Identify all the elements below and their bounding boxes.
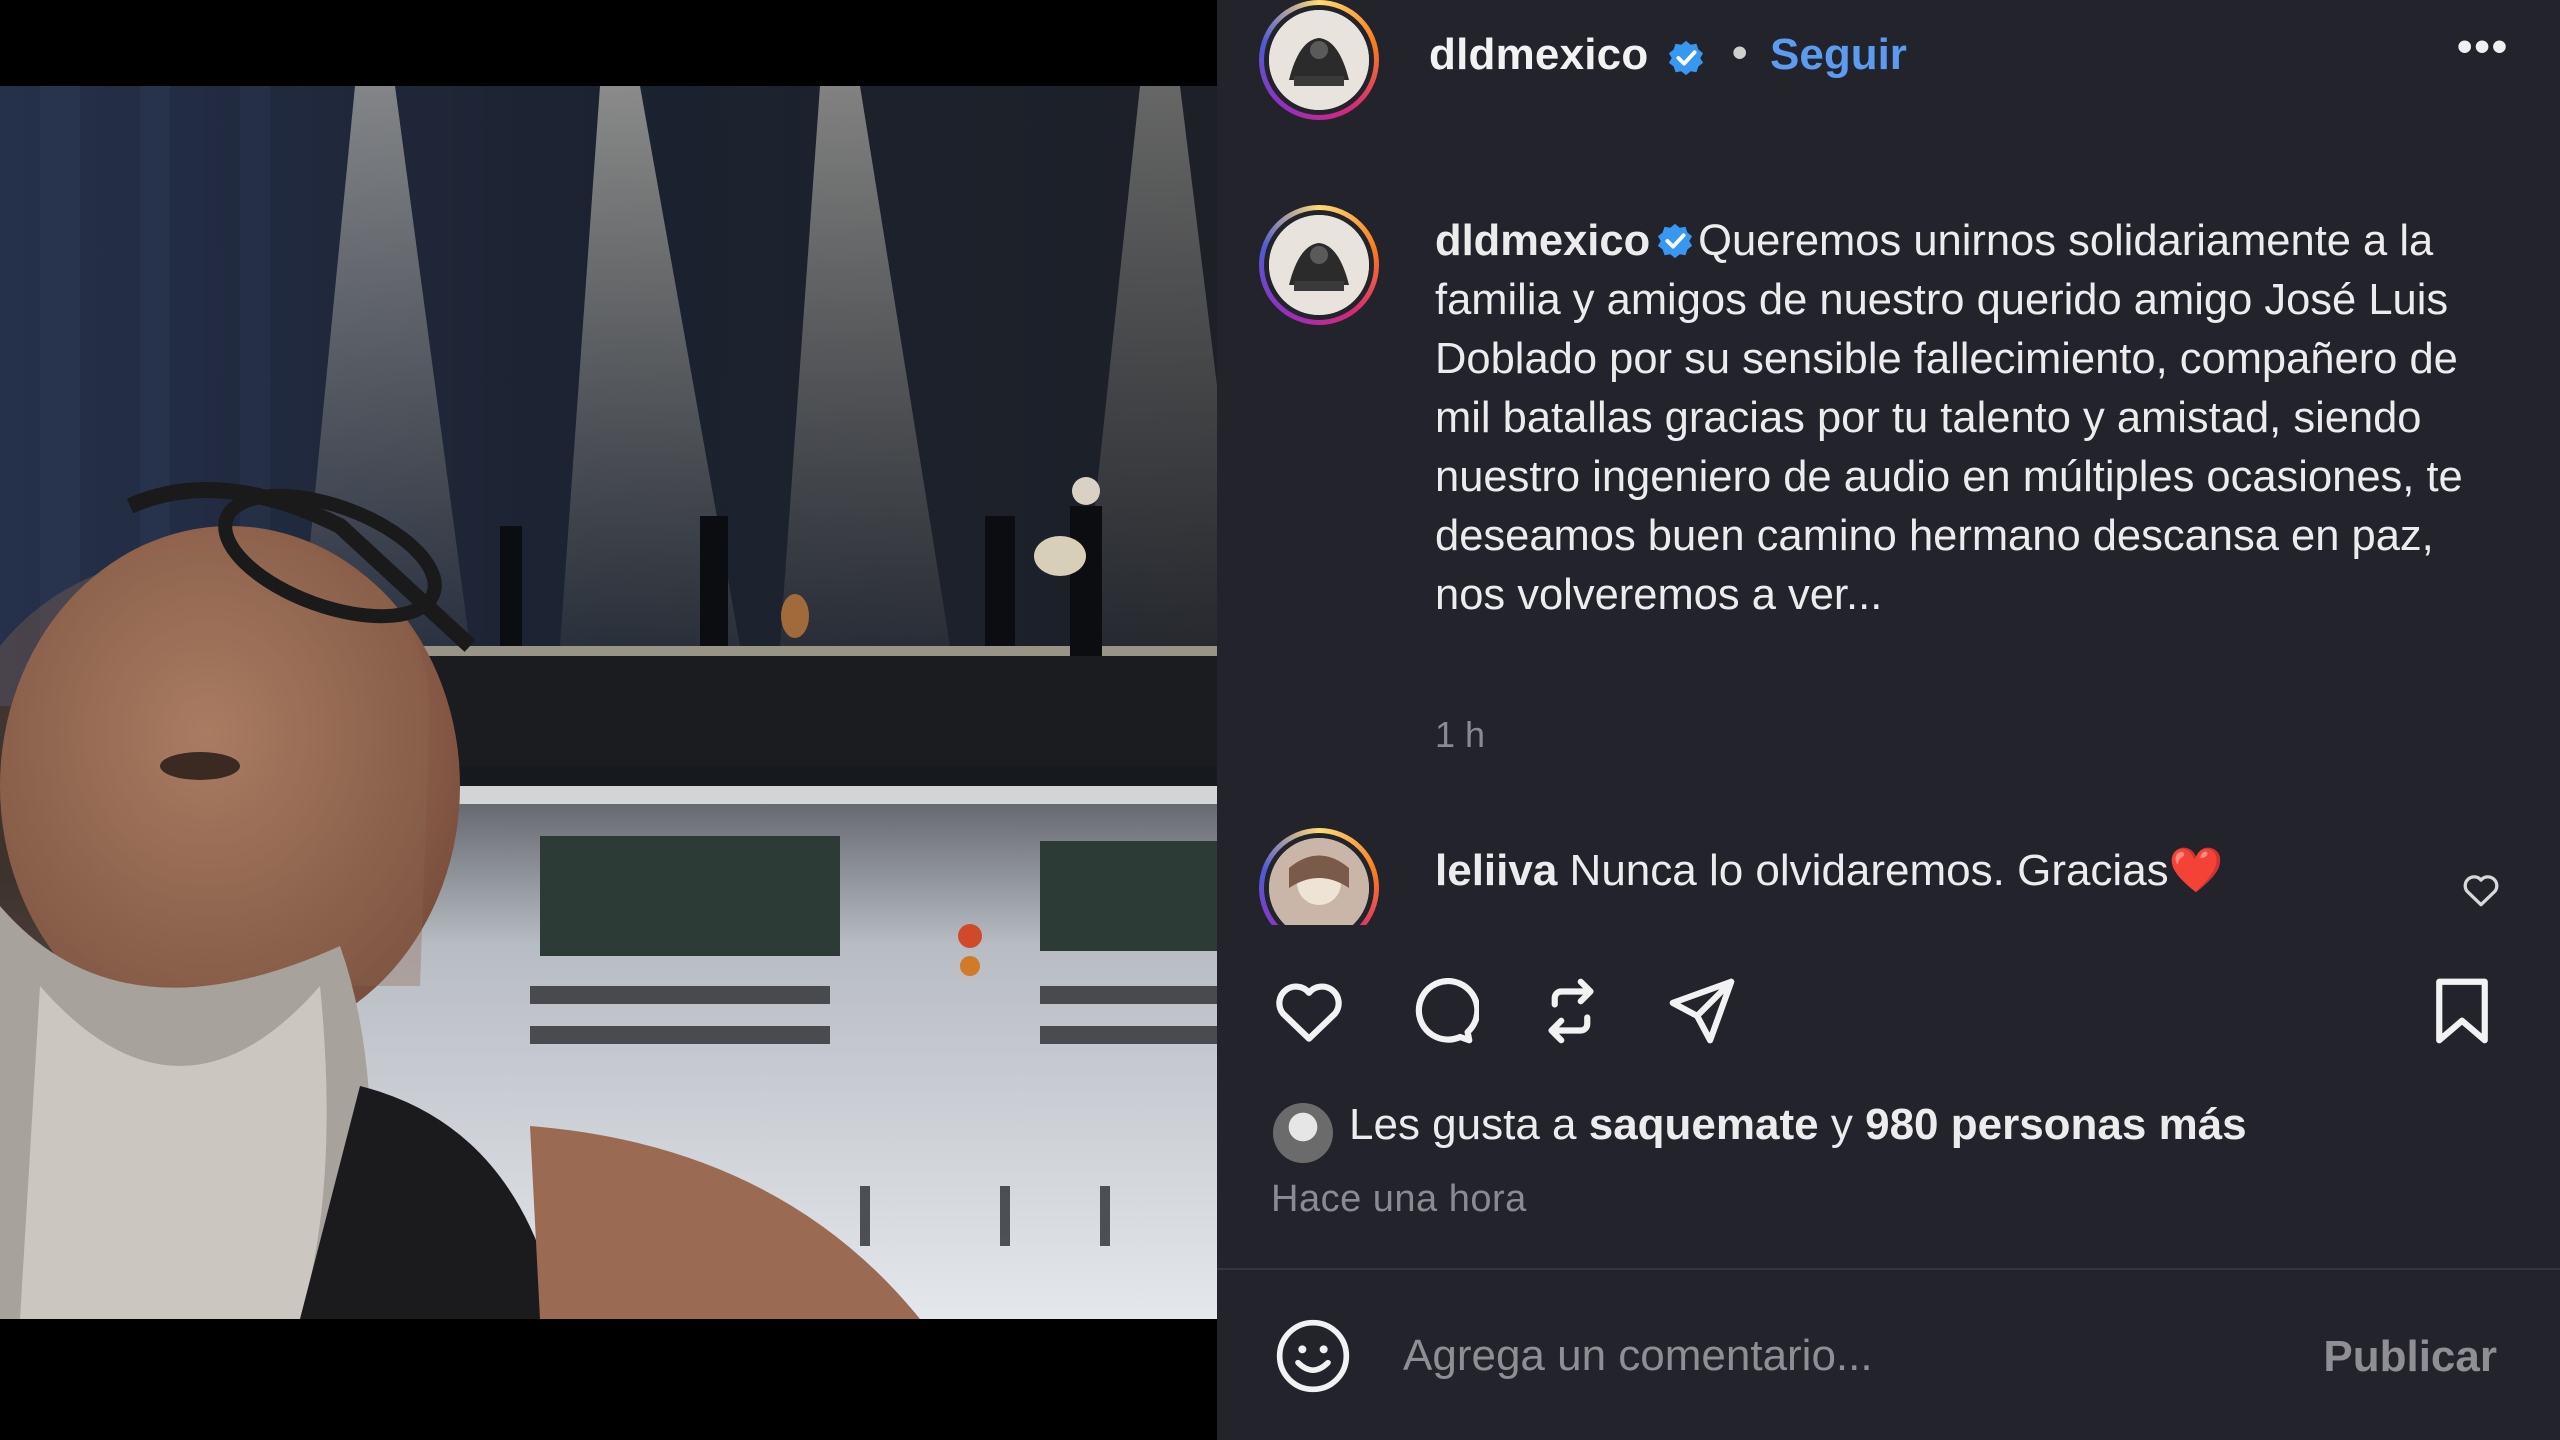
emoji-smiley-icon[interactable]: [1273, 1316, 1353, 1396]
comment-composer: Publicar: [1217, 1270, 2560, 1440]
post-side-panel: dldmexico • Seguir ••• dldmexico Queremo…: [1217, 0, 2560, 1440]
verified-badge-icon: [1658, 223, 1693, 259]
caption-text: Queremos unirnos solidariamente a la fam…: [1435, 217, 2463, 619]
band-logo-image: [1269, 10, 1369, 110]
post-media-area: [0, 0, 1217, 1440]
author-avatar[interactable]: [1259, 0, 1379, 120]
band-logo-image: [1269, 215, 1369, 315]
post-photo[interactable]: [0, 86, 1217, 1319]
comment-item: leliiva Nunca lo olvidaremos. Gracias❤️: [1217, 820, 2560, 925]
likes-summary: Les gusta a saquemate y 980 personas más: [1349, 1100, 2247, 1150]
post-header: dldmexico • Seguir •••: [1217, 0, 2560, 120]
comment-text: Nunca lo olvidaremos. Gracias: [1569, 846, 2169, 895]
header-separator: •: [1732, 28, 1748, 77]
instagram-post-screen: dldmexico • Seguir ••• dldmexico Queremo…: [0, 0, 2560, 1440]
comment-username[interactable]: leliiva: [1435, 846, 1557, 895]
follow-button[interactable]: Seguir: [1770, 30, 1907, 80]
post-action-bar: [1217, 960, 2560, 1060]
post-time-ago: Hace una hora: [1271, 1178, 1527, 1220]
comment-input[interactable]: [1401, 1310, 2285, 1402]
commenter-avatar[interactable]: [1259, 828, 1379, 925]
post-caption: dldmexico Queremos unirnos solidariament…: [1435, 212, 2495, 625]
commenter-photo: [1269, 838, 1369, 925]
comment-heart-emoji: ❤️: [2168, 846, 2224, 895]
caption-author-avatar[interactable]: [1259, 205, 1379, 325]
likes-prefix: Les gusta a: [1349, 1100, 1577, 1149]
likes-user[interactable]: saquemate: [1589, 1100, 1819, 1149]
verified-badge-icon: [1668, 40, 1704, 76]
likes-others[interactable]: 980 personas más: [1865, 1100, 2247, 1149]
liker-avatar[interactable]: [1273, 1103, 1333, 1163]
likes-connector: y: [1830, 1100, 1853, 1149]
concert-selfie-image: [0, 86, 1217, 1319]
comment-content: leliiva Nunca lo olvidaremos. Gracias❤️: [1435, 844, 2223, 896]
heart-icon[interactable]: [1270, 972, 1348, 1050]
caption-timestamp: 1 h: [1435, 714, 1486, 755]
repost-icon[interactable]: [1532, 972, 1610, 1050]
more-options-button[interactable]: •••: [2457, 22, 2509, 72]
caption-username[interactable]: dldmexico: [1435, 217, 1650, 265]
comment-like-heart-icon[interactable]: [2459, 868, 2503, 912]
publish-button[interactable]: Publicar: [2317, 1332, 2497, 1382]
comment-bubble-icon[interactable]: [1401, 972, 1479, 1050]
send-icon[interactable]: [1663, 972, 1741, 1050]
bookmark-icon[interactable]: [2423, 972, 2501, 1050]
author-username[interactable]: dldmexico: [1429, 30, 1648, 80]
